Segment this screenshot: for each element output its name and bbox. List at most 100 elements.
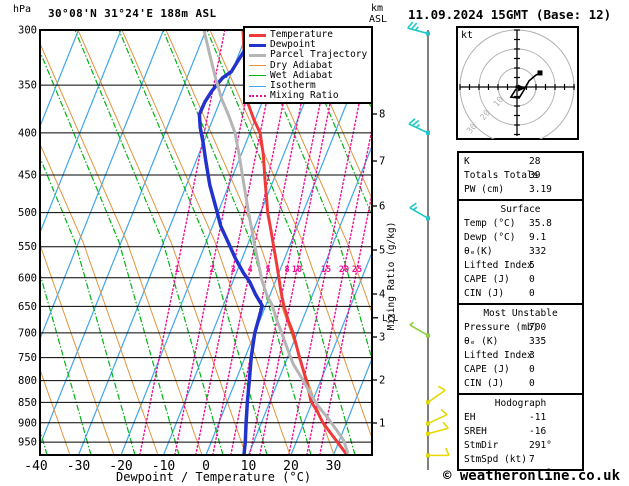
legend-swatch-dry-adiabat xyxy=(249,65,266,67)
wet-adiabat-line xyxy=(0,30,3,455)
pressure-tick-label: 850 xyxy=(18,397,37,409)
wind-barb-feather xyxy=(408,118,416,125)
sounding-indices-panel: K 28 Totals Totals 39 PW (cm) 3.19 Surface Temp… xyxy=(457,151,584,471)
indices-row-label: CIN (J) xyxy=(464,288,505,299)
indices-row: PW (cm) 3.19 xyxy=(459,183,582,197)
indices-row-label: StmDir xyxy=(464,440,499,451)
indices-row-label: SREH xyxy=(464,426,487,437)
temp-tick-label: 30 xyxy=(326,459,342,474)
indices-row: θₑ (K) 335 xyxy=(459,335,582,349)
indices-row-value: 3.19 xyxy=(529,184,552,195)
mixing-ratio-value-label: 2 xyxy=(209,265,214,275)
indices-section: K 28 Totals Totals 39 PW (cm) 3.19 xyxy=(457,151,584,201)
wind-barb-shaft xyxy=(427,427,449,435)
indices-row: K 28 xyxy=(459,155,582,169)
indices-row: StmDir 291° xyxy=(459,439,582,453)
wind-barb-shaft xyxy=(409,324,429,337)
hodograph-panel: 102030kt xyxy=(456,26,579,140)
pressure-tick-label: 600 xyxy=(18,272,37,284)
pressure-tick-label: 800 xyxy=(18,375,37,387)
indices-row-label: CAPE (J) xyxy=(464,274,510,285)
km-tick-label: 7 xyxy=(379,156,385,168)
km-tick-label: 1 xyxy=(379,418,385,430)
indices-section-hodograph: Hodograph EH -11 SREH -16 StmDir 291° StmSpd (k… xyxy=(457,393,584,471)
legend-box: Temperature Dewpoint Parcel Trajectory Dry … xyxy=(243,26,373,105)
mixing-ratio-value-label: 3 xyxy=(230,265,235,275)
wind-barb-feather xyxy=(440,408,448,416)
indices-row-label: CIN (J) xyxy=(464,378,505,389)
wind-barb-shaft xyxy=(427,389,446,403)
indices-row: CAPE (J) 0 xyxy=(459,363,582,377)
wind-barb xyxy=(426,385,446,405)
legend-swatch-wet-adiabat xyxy=(249,75,266,77)
wind-barb-feather xyxy=(437,385,446,391)
indices-row-value: 28 xyxy=(529,156,541,167)
indices-row-label: CAPE (J) xyxy=(464,364,510,375)
wind-barb-half-feather xyxy=(409,321,414,326)
wind-barb-feather xyxy=(442,421,449,429)
datetime-title: 11.09.2024 15GMT (Base: 12) xyxy=(408,7,612,22)
wind-barb-feather xyxy=(410,22,418,30)
skewt-sounding-page: 300 350 400 450 500 550 600 650 700 750 800 850 900 9… xyxy=(0,0,629,486)
indices-row: Dewp (°C) 9.1 xyxy=(459,231,582,245)
mixing-ratio-value-label: 25 xyxy=(352,265,362,275)
indices-row: Lifted Index 3 xyxy=(459,349,582,363)
indices-row: StmSpd (kt) 7 xyxy=(459,453,582,467)
mixing-ratio-value-label: 20 xyxy=(339,265,349,275)
indices-row: CIN (J) 0 xyxy=(459,287,582,301)
mixing-ratio-value-label: 8 xyxy=(284,265,289,275)
wind-barb-feather xyxy=(444,447,450,456)
legend-item: Mixing Ratio xyxy=(245,91,371,101)
hodograph-end-marker xyxy=(537,70,543,76)
pressure-unit-label: hPa xyxy=(13,4,32,15)
hodograph-origin-dot xyxy=(515,85,519,89)
mixing-ratio-value-label: 4 xyxy=(247,265,252,275)
temp-tick-label: -40 xyxy=(24,459,47,474)
km-tick-label: 3 xyxy=(379,332,385,344)
pressure-tick-label: 900 xyxy=(18,417,37,429)
indices-row: Temp (°C) 35.8 xyxy=(459,217,582,231)
indices-row-label: StmSpd (kt) xyxy=(464,454,527,465)
indices-row-value: 0 xyxy=(529,378,535,389)
wind-barb xyxy=(407,21,430,36)
pressure-tick-label: 400 xyxy=(18,127,37,139)
legend-swatch-mixing-ratio xyxy=(249,95,266,98)
pressure-tick-label: 950 xyxy=(18,437,37,449)
wind-barb-column xyxy=(407,21,450,470)
indices-row-value: 7 xyxy=(529,454,535,465)
indices-section-header: Surface xyxy=(500,204,541,215)
pressure-tick-label: 450 xyxy=(18,169,37,181)
mixing-ratio-axis-label: Mixing Ratio (g/kg) xyxy=(386,222,397,331)
indices-section-header: Most Unstable xyxy=(483,308,558,319)
indices-row-value: 335 xyxy=(529,336,547,347)
legend-label: Parcel Trajectory xyxy=(270,49,368,61)
mixing-ratio-value-label: 5 xyxy=(265,265,270,275)
dry-adiabat-line xyxy=(40,42,203,455)
indices-row: θₑ(K) 332 xyxy=(459,245,582,259)
wet-adiabat-line xyxy=(40,271,92,455)
indices-row: CIN (J) 0 xyxy=(459,377,582,391)
indices-row-label: K xyxy=(464,156,470,167)
pressure-tick-label: 750 xyxy=(18,352,37,364)
temp-tick-label: -30 xyxy=(67,459,90,474)
indices-row-label: Temp (°C) xyxy=(464,218,516,229)
hodograph-unit-label: kt xyxy=(461,30,473,41)
indices-row-value: 3 xyxy=(529,350,535,361)
indices-row-label: θₑ (K) xyxy=(464,336,499,347)
indices-row-value: -11 xyxy=(529,412,547,423)
indices-row-value: 9.1 xyxy=(529,232,547,243)
legend-swatch-parcel-trajectory xyxy=(249,53,266,57)
wind-barb-shaft xyxy=(407,27,429,35)
pressure-tick-label: 550 xyxy=(18,241,37,253)
wind-barb xyxy=(408,118,430,135)
pressure-tick-label: 650 xyxy=(18,301,37,313)
indices-row-label: Lifted Index xyxy=(464,260,533,271)
indices-row: SREH -16 xyxy=(459,425,582,439)
indices-row-label: Dewp (°C) xyxy=(464,232,516,243)
indices-row-label: Lifted Index xyxy=(464,350,533,361)
indices-row-value: 39 xyxy=(529,170,541,181)
indices-section-most-unstable: Most Unstable Pressure (mb) 700 θₑ (K) 335 Li… xyxy=(457,303,584,395)
wet-adiabat-line xyxy=(74,30,224,455)
indices-row-label: PW (cm) xyxy=(464,184,505,195)
mixing-ratio-value-label: 15 xyxy=(321,265,331,275)
